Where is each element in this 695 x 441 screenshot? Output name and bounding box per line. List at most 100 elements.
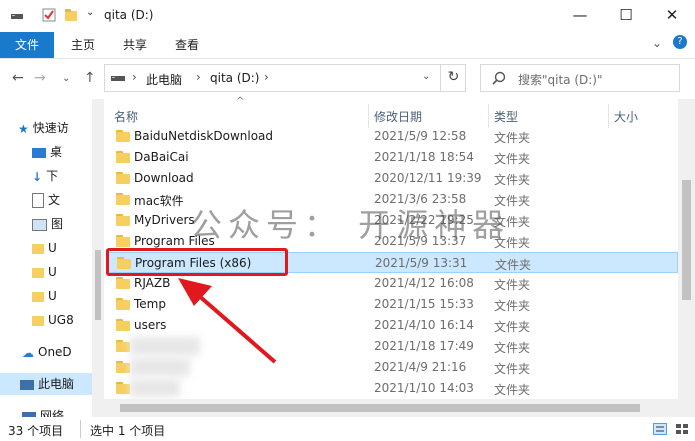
back-button[interactable]: ← [12,70,24,86]
nav-scrollbar-thumb[interactable] [95,250,101,320]
file-date: 2021/4/9 21:16 [374,360,467,374]
selection-count: 选中 1 个项目 [90,424,166,438]
sort-indicator-icon: ^ [236,96,245,107]
nav-item-quick-access[interactable]: ★ 快速访 [18,117,69,139]
file-row[interactable]: Download 2020/12/11 19:39 文件夹 [108,168,678,189]
nav-item-pictures[interactable]: 图 [32,213,63,235]
quick-access-dropdown-icon[interactable]: ⌄ [86,7,94,18]
nav-item-folder[interactable]: U [32,285,57,307]
breadcrumb-drive[interactable]: qita (D:) [210,71,259,85]
file-name: MyDrivers [134,213,195,227]
item-count: 33 个项目 [8,424,64,438]
nav-item-label: U [48,265,57,279]
file-date: 2021/5/9 13:31 [375,256,468,270]
minimize-button[interactable]: — [557,0,603,32]
file-type: 文件夹 [494,341,531,355]
watermark: 公众号： 开源神器 [190,206,511,244]
file-row[interactable]: BaiduNetdiskDownload 2021/5/9 12:58 文件夹 [108,126,678,147]
annotation-arrow [178,278,277,364]
column-header-size[interactable]: 大小 [614,106,638,128]
picture-icon [32,218,47,231]
window-title: qita (D:) [104,8,154,22]
column-divider[interactable] [368,104,369,128]
folder-icon [116,214,130,226]
folder-icon [116,235,130,247]
file-type: 文件夹 [494,278,531,292]
address-dropdown-icon[interactable]: ⌄ [422,71,430,82]
refresh-button[interactable]: ↻ [440,64,466,92]
folder-icon [116,319,130,331]
tab-home[interactable]: 主页 [62,32,104,58]
column-header-type[interactable]: 类型 [494,106,518,128]
nav-item-label: 网络 [40,409,65,417]
file-date: 2021/5/9 12:58 [374,129,467,143]
properties-icon[interactable] [42,8,56,22]
nav-item-downloads[interactable]: ↓ 下 [32,165,58,187]
desktop-icon [32,147,46,158]
breadcrumb-this-pc[interactable]: 此电脑 [146,71,182,88]
forward-button[interactable]: → [34,70,46,86]
breadcrumb-separator: › [264,70,269,84]
folder-icon [32,267,44,278]
nav-item-network[interactable]: 网络 [22,405,64,417]
horizontal-scrollbar-thumb[interactable] [120,404,640,412]
column-divider[interactable] [488,104,489,128]
nav-item-label: 此电脑 [38,377,75,391]
file-date: 2021/4/12 16:08 [374,276,474,290]
folder-icon [32,315,44,326]
new-folder-icon[interactable] [64,8,78,22]
nav-item-label: OneD [38,345,72,359]
file-type: 文件夹 [494,299,531,313]
file-type: 文件夹 [494,131,531,145]
tab-file[interactable]: 文件 [0,32,54,58]
nav-item-label: 图 [51,217,64,231]
nav-item-folder[interactable]: U [32,237,57,259]
file-date: 2021/4/10 16:14 [374,318,474,332]
tab-view[interactable]: 查看 [166,32,208,58]
breadcrumb-separator: › [196,70,201,84]
navigation-pane: ★ 快速访 桌 ↓ 下 文 图 U U U UG8 ☁ OneD 此电脑 网络 [0,99,104,417]
folder-icon [116,130,130,142]
nav-item-label: 下 [46,169,59,183]
ribbon-expand-icon[interactable]: ⌄ [652,36,662,50]
recent-locations-button[interactable]: ⌄ [62,73,70,84]
folder-icon [32,243,44,254]
column-divider[interactable] [608,104,609,128]
column-header-name[interactable]: 名称 [114,106,138,128]
nav-item-label: 桌 [50,145,63,159]
up-button[interactable]: ↑ [84,70,96,86]
star-icon: ★ [18,121,29,136]
file-row[interactable]: 2021/1/10 14:03 文件夹 [108,378,678,399]
document-icon [32,193,44,208]
redacted-name [130,379,180,397]
vertical-scrollbar-thumb[interactable] [682,180,691,300]
nav-item-label: UG8 [48,313,74,327]
file-type: 文件夹 [494,383,531,397]
nav-item-this-pc[interactable]: 此电脑 [0,373,92,395]
help-icon[interactable]: ? [673,35,687,49]
folder-icon [116,151,130,163]
file-row[interactable]: DaBaiCai 2021/1/18 18:54 文件夹 [108,147,678,168]
file-date: 2021/1/18 18:54 [374,150,474,164]
details-view-icon[interactable] [653,423,667,435]
folder-icon [116,340,130,352]
computer-icon [20,379,34,390]
nav-item-onedrive[interactable]: ☁ OneD [22,341,72,363]
ribbon-bar [0,32,695,59]
nav-item-folder[interactable]: UG8 [32,309,74,331]
close-button[interactable]: ✕ [649,0,695,32]
drive-icon [11,14,23,19]
large-icons-view-icon[interactable] [675,423,689,435]
tab-share[interactable]: 共享 [114,32,156,58]
nav-item-desktop[interactable]: 桌 [32,141,62,163]
column-header-date[interactable]: 修改日期 [374,106,422,128]
nav-item-folder[interactable]: U [32,261,57,283]
file-type: 文件夹 [494,152,531,166]
maximize-button[interactable]: ☐ [603,0,649,32]
file-date: 2021/1/18 17:49 [374,339,474,353]
file-date: 2021/1/10 14:03 [374,381,474,395]
folder-icon [116,172,130,184]
file-name: Download [134,171,194,185]
folder-icon [116,382,130,394]
nav-item-documents[interactable]: 文 [32,189,60,211]
